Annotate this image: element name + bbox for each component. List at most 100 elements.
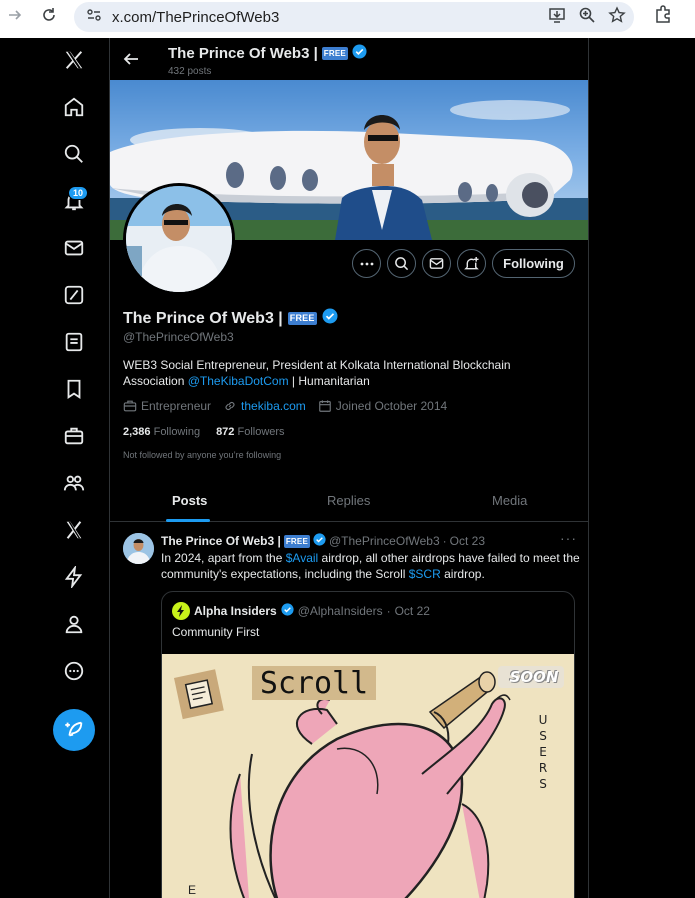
reload-icon[interactable]: [38, 4, 60, 26]
verified-badge-icon[interactable]: [281, 603, 294, 619]
compose-post-button[interactable]: [53, 709, 95, 751]
soon-text: SOON: [509, 668, 559, 686]
back-arrow-icon[interactable]: [122, 50, 140, 73]
tweet-text: In 2024, apart from the $Avail airdrop, …: [161, 550, 581, 582]
message-button[interactable]: [422, 249, 451, 278]
header-name: The Prince Of Web3 | FREE: [168, 44, 367, 63]
extensions-icon[interactable]: [653, 4, 673, 29]
profile-bio: WEB3 Social Entrepreneur, President at K…: [123, 357, 563, 389]
tweet-author-name[interactable]: The Prince Of Web3 |: [161, 534, 281, 548]
more-options-button[interactable]: [352, 249, 381, 278]
active-tab-indicator: [166, 519, 210, 522]
verified-badge-icon[interactable]: [322, 308, 338, 329]
not-followed-text: Not followed by anyone you’re following: [123, 450, 282, 460]
profile-column: The Prince Of Web3 | FREE 432 posts Foll…: [110, 38, 589, 898]
tab-posts[interactable]: Posts: [172, 493, 207, 508]
tweet-date[interactable]: Oct 23: [450, 534, 485, 548]
follow-stats: 2,386 Following 872 Followers: [123, 426, 285, 438]
scroll-title-text: Scroll: [252, 666, 376, 701]
followers-stat[interactable]: 872 Followers: [216, 426, 285, 438]
browser-toolbar: x.com/ThePrinceOfWeb3: [0, 0, 695, 38]
address-bar[interactable]: x.com/ThePrinceOfWeb3: [74, 2, 634, 32]
left-navigation: 10: [0, 38, 110, 898]
alpha-insiders-avatar[interactable]: [172, 602, 190, 620]
tab-replies[interactable]: Replies: [327, 493, 370, 508]
header-name-text: The Prince Of Web3 |: [168, 45, 318, 62]
url-text[interactable]: x.com/ThePrinceOfWeb3: [112, 9, 279, 26]
mail-icon: [429, 258, 444, 269]
link-icon: [225, 401, 235, 411]
verified-badge-icon[interactable]: [352, 44, 367, 63]
tweet-author-handle[interactable]: @ThePrinceOfWeb3: [329, 534, 440, 548]
verified-badge-icon[interactable]: [313, 533, 326, 549]
quoted-tweet[interactable]: Alpha Insiders @AlphaInsiders · Oct 22 C…: [161, 591, 575, 898]
tweet-more-button[interactable]: ···: [560, 530, 577, 546]
bell-plus-icon: [464, 256, 479, 270]
profile-actions: Following: [110, 249, 588, 279]
cashtag-scr[interactable]: $SCR: [409, 567, 441, 581]
quote-separator: ·: [386, 604, 391, 618]
users-vertical-text: USERS: [538, 713, 548, 791]
category-text: Entrepreneur: [141, 399, 212, 413]
following-stat[interactable]: 2,386 Following: [123, 426, 200, 438]
grok-icon[interactable]: [62, 283, 86, 307]
quote-media-image[interactable]: Scroll SOON USERS E: [162, 654, 574, 898]
free-badge: FREE: [321, 47, 348, 60]
tweet-author-avatar[interactable]: [123, 533, 154, 564]
followers-count: 872: [216, 426, 235, 438]
tweet-text-part3: airdrop.: [440, 567, 485, 581]
posts-count: 432 posts: [168, 66, 212, 77]
zoom-icon[interactable]: [578, 6, 596, 29]
x-logo-icon[interactable]: [62, 48, 86, 72]
bio-line1: WEB3 Social Entrepreneur, President at K…: [123, 358, 511, 372]
tweet-header: The Prince Of Web3 | FREE @ThePrinceOfWe…: [161, 533, 485, 549]
joined-item: Joined October 2014: [318, 399, 447, 413]
profile-meta: Entrepreneur thekiba.com Joined October …: [123, 399, 459, 413]
corner-letter-text: E: [188, 883, 197, 897]
profile-name: The Prince Of Web3 | FREE: [123, 308, 338, 329]
more-horizontal-icon: [360, 262, 373, 265]
tweet-separator: ·: [442, 534, 447, 548]
search-profile-button[interactable]: [387, 249, 416, 278]
bookmark-star-icon[interactable]: [608, 5, 626, 29]
messages-icon[interactable]: [62, 236, 86, 260]
free-badge: FREE: [287, 312, 317, 325]
notify-button[interactable]: [457, 249, 486, 278]
bio-mention-link[interactable]: @TheKibaDotCom: [188, 374, 289, 388]
website-item: thekiba.com: [223, 399, 306, 413]
search-icon: [395, 257, 409, 271]
home-icon[interactable]: [62, 95, 86, 119]
premium-icon[interactable]: [62, 518, 86, 542]
following-button[interactable]: Following: [492, 249, 575, 278]
profile-handle: @ThePrinceOfWeb3: [123, 330, 234, 344]
joined-text: Joined October 2014: [335, 399, 448, 413]
verified-orgs-icon[interactable]: [62, 565, 86, 589]
bio-line2-prefix: Association: [123, 374, 188, 388]
notifications-badge: 10: [68, 186, 89, 200]
forward-icon[interactable]: [4, 4, 26, 26]
feather-plus-icon: [65, 721, 83, 737]
quote-author-name[interactable]: Alpha Insiders: [194, 604, 277, 618]
profile-tabs: Posts Replies Media: [110, 479, 588, 522]
more-icon[interactable]: [62, 659, 86, 683]
jobs-icon[interactable]: [62, 424, 86, 448]
communities-icon[interactable]: [62, 471, 86, 495]
free-badge: FREE: [283, 534, 310, 548]
quote-header: Alpha Insiders @AlphaInsiders · Oct 22: [172, 602, 430, 620]
bookmarks-icon[interactable]: [62, 377, 86, 401]
category-item: Entrepreneur: [123, 399, 211, 413]
briefcase-icon: [123, 400, 137, 412]
install-app-icon[interactable]: [548, 6, 566, 29]
profile-name-text: The Prince Of Web3 |: [123, 309, 283, 327]
explore-icon[interactable]: [62, 142, 86, 166]
website-link[interactable]: thekiba.com: [241, 399, 306, 413]
bio-line2-suffix: | Humanitarian: [288, 374, 370, 388]
tweet-text-part1: In 2024, apart from the: [161, 551, 286, 565]
cashtag-avail[interactable]: $Avail: [286, 551, 318, 565]
quote-text: Community First: [172, 625, 260, 639]
site-info-icon[interactable]: [86, 7, 102, 28]
lists-icon[interactable]: [62, 330, 86, 354]
profile-icon[interactable]: [62, 612, 86, 636]
tab-media[interactable]: Media: [492, 493, 527, 508]
followers-label: Followers: [237, 426, 285, 438]
